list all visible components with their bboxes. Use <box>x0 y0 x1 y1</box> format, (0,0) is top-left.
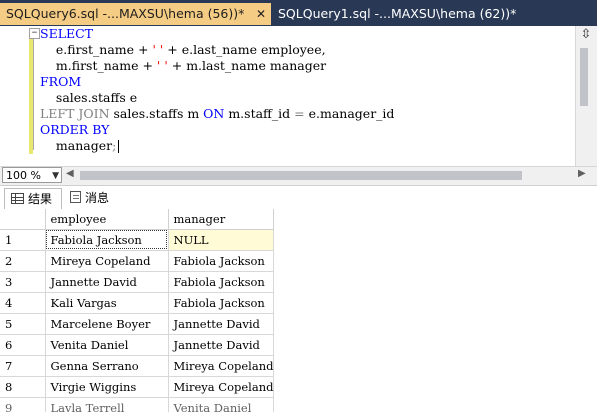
employee-cell[interactable]: Venita Daniel <box>45 334 169 356</box>
tab-sqlquery1[interactable]: SQLQuery1.sql -...MAXSU\hema (62))* <box>271 3 516 25</box>
table-row[interactable]: 6 Venita Daniel Jannette David <box>0 334 275 356</box>
code-text: sales.staffs m <box>109 106 204 121</box>
code-line: manager; <box>40 138 394 154</box>
row-number[interactable]: 7 <box>0 355 46 377</box>
code-line: SELECT <box>40 26 394 42</box>
row-number[interactable]: 6 <box>0 334 46 356</box>
tab-results[interactable]: 结果 <box>4 188 62 209</box>
collapse-icon[interactable]: − <box>29 28 40 39</box>
tab-results-label: 结果 <box>28 192 53 206</box>
code-line: m.first_name + ' ' + m.last_name manager <box>40 58 394 74</box>
text-caret <box>118 140 120 153</box>
editor-gutter <box>0 26 28 166</box>
employee-cell[interactable]: Marcelene Boyer <box>45 313 169 335</box>
code-line: e.first_name + ' ' + e.last_name employe… <box>40 42 394 58</box>
manager-cell[interactable]: Fabiola Jackson <box>168 271 275 293</box>
row-number[interactable]: 5 <box>0 313 46 335</box>
table-row[interactable]: 8 Virgie Wiggins Mireya Copeland <box>0 376 275 398</box>
table-row[interactable]: 1 Fabiola Jackson NULL <box>0 229 275 251</box>
code-area[interactable]: SELECT e.first_name + ' ' + e.last_name … <box>40 26 394 154</box>
string-literal: ' ' <box>152 42 164 57</box>
tab-sqlquery6-label: SQLQuery6.sql -...MAXSU\hema (56))* <box>6 6 245 21</box>
code-text: manager <box>55 138 113 153</box>
code-text: + e.last_name employee, <box>163 42 326 57</box>
column-header-employee[interactable]: employee <box>45 209 169 230</box>
grid-icon <box>11 193 24 204</box>
employee-cell[interactable]: Layla Terrell <box>45 397 169 412</box>
tab-messages-label: 消息 <box>85 191 110 205</box>
keyword: ON <box>203 106 225 121</box>
table-row[interactable]: 5 Marcelene Boyer Jannette David <box>0 313 275 335</box>
manager-cell[interactable]: NULL <box>168 229 275 251</box>
manager-cell[interactable]: Mireya Copeland <box>168 376 275 398</box>
tab-sqlquery1-label: SQLQuery1.sql -...MAXSU\hema (62))* <box>278 6 517 21</box>
keyword: SELECT <box>40 26 94 41</box>
results-grid-pane[interactable]: employee manager 1 Fabiola Jackson NULL … <box>0 209 597 412</box>
document-tab-bar: SQLQuery6.sql -...MAXSU\hema (56))* ✕ SQ… <box>0 0 597 26</box>
row-number[interactable]: 4 <box>0 292 46 314</box>
code-text: sales.staffs e <box>55 90 138 105</box>
keyword: ORDER BY <box>40 122 110 137</box>
scroll-right-icon[interactable]: ▶ <box>578 168 586 179</box>
code-text: m.staff_id <box>224 106 295 121</box>
close-tab-icon[interactable]: ✕ <box>256 3 266 25</box>
employee-cell[interactable]: Jannette David <box>45 271 169 293</box>
tab-messages[interactable]: 消息 <box>64 188 122 208</box>
employee-cell[interactable]: Genna Serrano <box>45 355 169 377</box>
operator: = <box>294 106 305 121</box>
row-number[interactable]: 2 <box>0 250 46 272</box>
manager-cell[interactable]: Venita Daniel <box>168 397 275 412</box>
table-row[interactable]: 2 Mireya Copeland Fabiola Jackson <box>0 250 275 272</box>
results-grid[interactable]: employee manager 1 Fabiola Jackson NULL … <box>0 209 275 412</box>
code-text: e.manager_id <box>304 106 395 121</box>
row-number[interactable]: 3 <box>0 271 46 293</box>
column-header-manager[interactable]: manager <box>168 209 275 230</box>
code-text: + m.last_name manager <box>167 58 327 73</box>
table-row[interactable]: 9 Layla Terrell Venita Daniel <box>0 397 275 412</box>
string-literal: ' ' <box>156 58 168 73</box>
split-window-icon[interactable]: ⇳ <box>579 28 593 42</box>
editor-vertical-scrollbar[interactable]: ⇳ <box>575 26 597 166</box>
row-number[interactable]: 9 <box>0 397 46 412</box>
corner-header[interactable] <box>0 209 46 230</box>
zoom-dropdown[interactable]: 100 % ▼ <box>2 167 62 183</box>
row-number[interactable]: 1 <box>0 229 46 251</box>
header-row: employee manager <box>0 209 275 230</box>
manager-cell[interactable]: Fabiola Jackson <box>168 250 275 272</box>
keyword: FROM <box>40 74 82 89</box>
manager-cell[interactable]: Mireya Copeland <box>168 355 275 377</box>
manager-cell[interactable]: Jannette David <box>168 334 275 356</box>
employee-cell[interactable]: Fabiola Jackson <box>45 229 169 251</box>
code-text: m.first_name + <box>55 58 157 73</box>
row-number[interactable]: 8 <box>0 376 46 398</box>
code-line: sales.staffs e <box>40 90 394 106</box>
table-row[interactable]: 4 Kali Vargas Fabiola Jackson <box>0 292 275 314</box>
table-row[interactable]: 7 Genna Serrano Mireya Copeland <box>0 355 275 377</box>
code-text: e.first_name + <box>55 42 153 57</box>
message-icon <box>70 191 81 203</box>
semicolon: ; <box>112 138 117 153</box>
employee-cell[interactable]: Mireya Copeland <box>45 250 169 272</box>
manager-cell[interactable]: Jannette David <box>168 313 275 335</box>
tab-sqlquery6[interactable]: SQLQuery6.sql -...MAXSU\hema (56))* ✕ <box>0 3 271 25</box>
table-row[interactable]: 3 Jannette David Fabiola Jackson <box>0 271 275 293</box>
horizontal-scroll-thumb[interactable] <box>80 171 522 180</box>
code-line: ORDER BY <box>40 122 394 138</box>
code-line: LEFT JOIN sales.staffs m ON m.staff_id =… <box>40 106 394 122</box>
chevron-down-icon: ▼ <box>52 171 59 181</box>
vertical-scroll-thumb[interactable] <box>580 48 588 106</box>
manager-cell[interactable]: Fabiola Jackson <box>168 292 275 314</box>
zoom-value: 100 % <box>6 169 41 182</box>
editor-status-row: 100 % ▼ ◀ ▶ <box>0 166 597 185</box>
scroll-left-icon[interactable]: ◀ <box>66 168 74 179</box>
results-tab-strip: 结果 消息 <box>0 185 597 210</box>
keyword: LEFT JOIN <box>40 106 110 121</box>
query-editor[interactable]: − SELECT e.first_name + ' ' + e.last_nam… <box>0 26 597 166</box>
employee-cell[interactable]: Virgie Wiggins <box>45 376 169 398</box>
outline-fold-line <box>33 38 34 150</box>
employee-cell[interactable]: Kali Vargas <box>45 292 169 314</box>
code-line: FROM <box>40 74 394 90</box>
